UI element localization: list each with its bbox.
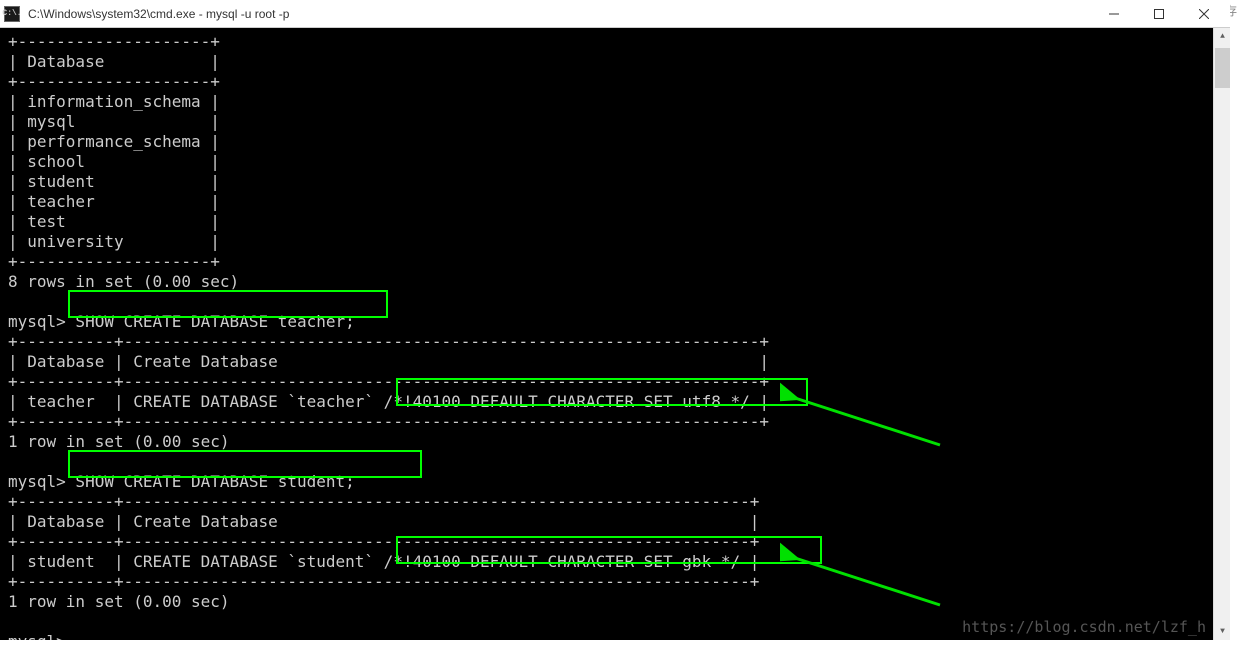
close-button[interactable] <box>1181 0 1226 28</box>
scrollbar-thumb[interactable] <box>1215 48 1230 88</box>
window-title: C:\Windows\system32\cmd.exe - mysql -u r… <box>28 7 1091 21</box>
scrollbar-up-arrow-icon[interactable]: ▲ <box>1215 28 1230 45</box>
vertical-scrollbar[interactable]: ▲ ▼ <box>1213 28 1230 640</box>
cmd-icon: C:\. <box>4 6 20 22</box>
minimize-button[interactable] <box>1091 0 1136 28</box>
watermark-text: https://blog.csdn.net/lzf_h <box>962 618 1206 636</box>
scrollbar-down-arrow-icon[interactable]: ▼ <box>1215 623 1230 640</box>
maximize-button[interactable] <box>1136 0 1181 28</box>
terminal-output[interactable]: +--------------------+ | Database | +---… <box>0 28 1213 640</box>
window-controls <box>1091 0 1226 28</box>
titlebar[interactable]: C:\. C:\Windows\system32\cmd.exe - mysql… <box>0 0 1230 28</box>
cmd-window: C:\. C:\Windows\system32\cmd.exe - mysql… <box>0 0 1230 640</box>
terminal-container: +--------------------+ | Database | +---… <box>0 28 1230 640</box>
